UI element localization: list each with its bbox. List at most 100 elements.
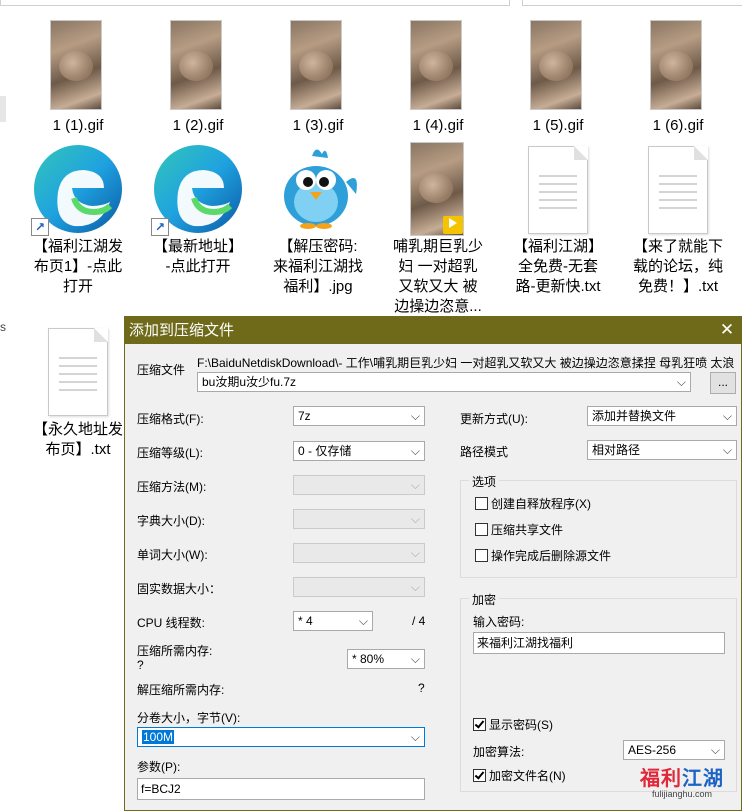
shortcut-arrow-icon: ↗ bbox=[151, 218, 169, 236]
nav-pane-scroll[interactable] bbox=[0, 96, 6, 122]
volume-size-combo[interactable]: 100M ⌵ bbox=[137, 727, 425, 747]
sfx-checkbox[interactable]: 创建自释放程序(X) bbox=[475, 497, 591, 511]
memory-percent-select[interactable]: * 80% ⌵ bbox=[347, 649, 425, 669]
watermark-blue: 江湖 bbox=[682, 768, 724, 790]
word-size-select[interactable]: ⌵ bbox=[293, 543, 425, 563]
chevron-down-icon: ⌵ bbox=[710, 743, 720, 757]
file-item[interactable]: 1 (5).gif bbox=[505, 116, 611, 136]
gif-thumbnail[interactable] bbox=[170, 20, 222, 110]
bird-image-icon[interactable] bbox=[272, 140, 362, 236]
checkbox-box[interactable] bbox=[473, 718, 486, 731]
encryption-method-label: 加密算法: bbox=[473, 745, 525, 759]
chevron-down-icon: ⌵ bbox=[410, 730, 420, 744]
player-badge-icon bbox=[443, 216, 463, 234]
gif-thumbnail[interactable] bbox=[650, 20, 702, 110]
path-mode-label: 路径模式 bbox=[460, 445, 509, 459]
encryption-method-value: AES-256 bbox=[628, 743, 677, 757]
file-name-line: 【永久地址发 bbox=[32, 421, 123, 438]
format-label: 压缩格式(F): bbox=[137, 412, 204, 426]
level-select[interactable]: 0 - 仅存储 ⌵ bbox=[293, 441, 425, 461]
dialog-title: 添加到压缩文件 bbox=[129, 322, 235, 339]
dict-size-select[interactable]: ⌵ bbox=[293, 509, 425, 529]
path-mode-value: 相对路径 bbox=[592, 443, 641, 457]
file-name-line: 哺乳期巨乳少 bbox=[392, 238, 483, 255]
chevron-down-icon: ⌵ bbox=[410, 444, 420, 458]
watermark-logo: 福利江湖 fulijianghu.com bbox=[624, 762, 740, 810]
gif-thumbnail[interactable] bbox=[530, 20, 582, 110]
file-item[interactable]: 哺乳期巨乳少 妇 一对超乳 又软又大 被 边操边恣意... bbox=[385, 237, 491, 317]
file-name: 1 (4).gif bbox=[412, 117, 464, 134]
params-label: 参数(P): bbox=[137, 760, 181, 774]
checkbox-box[interactable] bbox=[475, 523, 488, 536]
checkbox-box[interactable] bbox=[475, 497, 488, 510]
file-name-line: 边操边恣意... bbox=[394, 298, 482, 315]
password-input[interactable]: 来福利江湖找福利 bbox=[473, 632, 725, 654]
file-name-line: 【来了就能下 bbox=[632, 238, 723, 255]
memory-value: ? bbox=[137, 658, 144, 672]
file-name-line: 【最新地址】 bbox=[152, 238, 243, 255]
file-item[interactable]: 1 (3).gif bbox=[265, 116, 371, 136]
address-bar[interactable] bbox=[0, 0, 510, 6]
delete-source-checkbox[interactable]: 操作完成后删除源文件 bbox=[475, 549, 611, 563]
file-name-line: 【解压密码: bbox=[278, 238, 358, 255]
solid-size-select[interactable]: ⌵ bbox=[293, 577, 425, 597]
dict-size-label: 字典大小(D): bbox=[137, 514, 205, 528]
file-name: 1 (5).gif bbox=[532, 117, 584, 134]
file-name: 1 (2).gif bbox=[172, 117, 224, 134]
add-to-archive-dialog: 添加到压缩文件 ✕ 压缩文件 F:\BaiduNetdiskDownload\-… bbox=[124, 316, 742, 811]
search-box[interactable] bbox=[522, 0, 742, 6]
checkbox-box[interactable] bbox=[473, 769, 486, 782]
password-label: 输入密码: bbox=[473, 615, 525, 629]
show-password-checkbox[interactable]: 显示密码(S) bbox=[473, 718, 553, 732]
archive-path-text: F:\BaiduNetdiskDownload\- 工作\哺乳期巨乳少妇 一对超… bbox=[197, 356, 735, 370]
update-mode-select[interactable]: 添加并替换文件 ⌵ bbox=[587, 406, 737, 426]
file-item[interactable]: 【福利江湖发 布页1】-点此 打开 bbox=[25, 237, 131, 297]
path-mode-select[interactable]: 相对路径 ⌵ bbox=[587, 440, 737, 460]
nav-pane-label: s bbox=[0, 320, 6, 334]
text-file-icon[interactable] bbox=[648, 146, 708, 234]
file-item[interactable]: 1 (2).gif bbox=[145, 116, 251, 136]
file-item[interactable]: 【来了就能下 载的论坛，纯 免费！】.txt bbox=[625, 237, 731, 297]
shortcut-arrow-icon: ↗ bbox=[31, 218, 49, 236]
file-item[interactable]: 【永久地址发 布页】.txt bbox=[25, 420, 131, 460]
file-item[interactable]: 【解压密码: 来福利江湖找 福利】.jpg bbox=[265, 237, 371, 297]
encrypt-names-checkbox[interactable]: 加密文件名(N) bbox=[473, 769, 566, 783]
decompress-memory-label: 解压缩所需内存: bbox=[137, 683, 225, 697]
chevron-down-icon: ⌵ bbox=[676, 375, 686, 389]
method-select[interactable]: ⌵ bbox=[293, 475, 425, 495]
file-name-line: 布页】.txt bbox=[45, 441, 111, 458]
file-item[interactable]: 1 (4).gif bbox=[385, 116, 491, 136]
text-file-icon[interactable] bbox=[528, 146, 588, 234]
dialog-titlebar[interactable]: 添加到压缩文件 ✕ bbox=[125, 317, 741, 344]
close-button[interactable]: ✕ bbox=[717, 317, 737, 344]
level-label: 压缩等级(L): bbox=[137, 446, 204, 460]
text-file-icon[interactable] bbox=[48, 328, 108, 416]
level-value: 0 - 仅存储 bbox=[298, 444, 352, 458]
solid-size-label: 固实数据大小： bbox=[137, 582, 222, 596]
file-name-line: 布页1】-点此 bbox=[33, 258, 123, 275]
options-title: 选项 bbox=[469, 473, 500, 490]
cpu-threads-select[interactable]: * 4 ⌵ bbox=[293, 611, 373, 631]
file-name-line: 来福利江湖找 bbox=[272, 258, 363, 275]
gif-thumbnail[interactable] bbox=[290, 20, 342, 110]
params-input[interactable]: f=BCJ2 bbox=[137, 778, 425, 800]
gif-thumbnail[interactable] bbox=[410, 20, 462, 110]
file-item[interactable]: 1 (1).gif bbox=[25, 116, 131, 136]
browse-button[interactable]: ... bbox=[710, 372, 736, 394]
gif-thumbnail[interactable] bbox=[50, 20, 102, 110]
file-name-line: 路-更新快.txt bbox=[515, 278, 601, 295]
format-select[interactable]: 7z ⌵ bbox=[293, 406, 425, 426]
file-item[interactable]: 1 (6).gif bbox=[625, 116, 731, 136]
file-name-line: 全免费-无套 bbox=[518, 258, 598, 275]
shared-files-checkbox[interactable]: 压缩共享文件 bbox=[475, 523, 563, 537]
file-name-line: 福利】.jpg bbox=[283, 278, 353, 295]
decompress-memory-value: ? bbox=[418, 681, 425, 695]
file-name-line: 打开 bbox=[62, 278, 93, 295]
encryption-method-select[interactable]: AES-256 ⌵ bbox=[623, 740, 725, 760]
checkbox-box[interactable] bbox=[475, 549, 488, 562]
chevron-down-icon: ⌵ bbox=[410, 409, 420, 423]
chevron-down-icon: ⌵ bbox=[410, 546, 420, 560]
archive-name-combo[interactable]: bu汝期u汝少fu.7z ⌵ bbox=[197, 372, 691, 392]
file-item[interactable]: 【福利江湖】 全免费-无套 路-更新快.txt bbox=[505, 237, 611, 297]
file-item[interactable]: 【最新地址】 -点此打开 bbox=[145, 237, 251, 277]
